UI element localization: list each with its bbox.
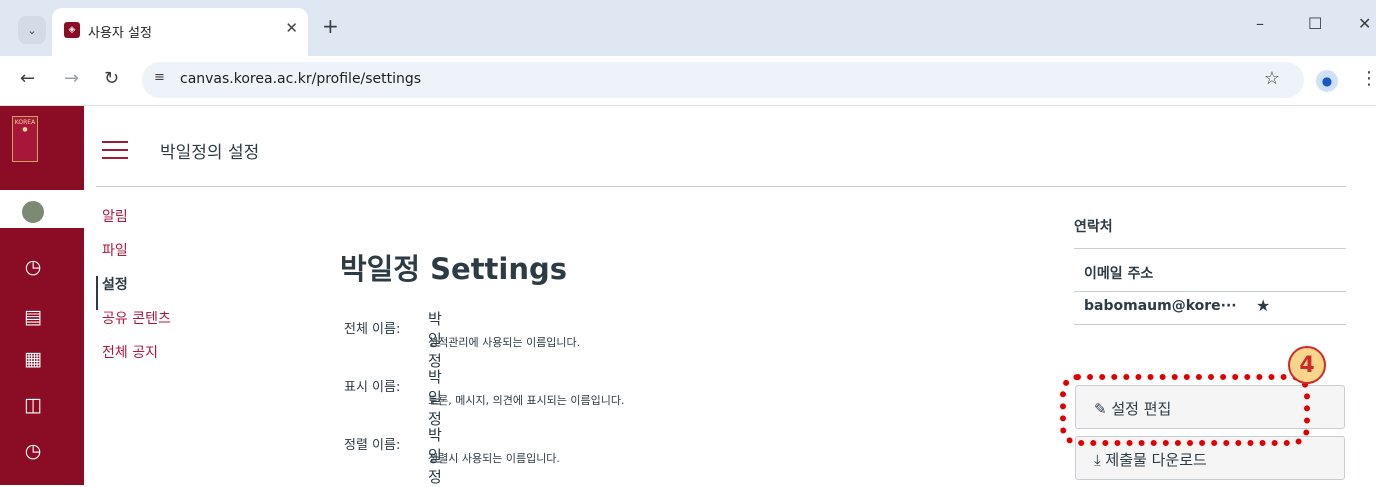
section-link-shared-content[interactable]: 공유 콘텐츠 — [96, 310, 171, 344]
logo[interactable]: KOREA ● — [12, 116, 38, 162]
close-window-icon[interactable]: ✕ — [1358, 14, 1371, 33]
tab-dropdown-icon[interactable]: ⌄ — [18, 16, 46, 44]
minimize-icon[interactable]: – — [1256, 14, 1264, 33]
menu-icon[interactable]: ⋮ — [1360, 68, 1376, 89]
star-icon[interactable]: ★ — [1256, 296, 1270, 315]
tab-title: 사용자 설정 — [88, 26, 152, 41]
courses-icon[interactable]: ▤ — [22, 306, 44, 328]
download-submissions-label: 제출물 다운로드 — [1105, 451, 1207, 469]
favicon-icon: ◈ — [64, 22, 80, 38]
annotation-number: 4 — [1288, 346, 1326, 384]
star-icon[interactable]: ☆ — [1264, 68, 1280, 89]
history-icon[interactable]: ◷ — [22, 440, 44, 462]
field-hint: 토론, 메시지, 의견에 표시되는 이름입니다. — [428, 394, 625, 407]
download-icon: ⤓ — [1094, 451, 1101, 469]
omnibox[interactable]: ≡ canvas.korea.ac.kr/profile/settings ☆ — [142, 62, 1304, 98]
settings-heading: 박일정 Settings — [340, 252, 568, 286]
contacts-aside: 연락처 이메일 주소 babomaum@kore··· ★ — [1074, 216, 1346, 325]
email-address: babomaum@kore··· — [1084, 298, 1237, 314]
field-label: 정렬 이름: — [344, 438, 401, 453]
section-link-notifications[interactable]: 알림 — [96, 208, 171, 242]
back-icon[interactable]: ← — [20, 68, 35, 89]
profile-icon[interactable]: ● — [1316, 70, 1338, 92]
annotation-highlight — [1060, 374, 1310, 446]
field-hint: 성적관리에 사용되는 이름입니다. — [428, 336, 581, 349]
section-link-settings[interactable]: 설정 — [96, 276, 171, 310]
browser-tab[interactable]: ◈ 사용자 설정 ✕ — [52, 8, 308, 56]
dashboard-icon[interactable]: ◷ — [22, 256, 44, 278]
avatar[interactable] — [20, 199, 46, 225]
site-info-icon[interactable]: ≡ — [154, 70, 165, 85]
forward-icon[interactable]: → — [64, 68, 79, 89]
maximize-icon[interactable]: ☐ — [1308, 14, 1322, 33]
plus-icon[interactable]: + — [322, 14, 339, 38]
field-label: 표시 이름: — [344, 380, 401, 395]
reload-icon[interactable]: ↻ — [104, 68, 119, 89]
address-bar: ← → ↻ ≡ canvas.korea.ac.kr/profile/setti… — [0, 56, 1376, 106]
email-row: babomaum@kore··· ★ — [1074, 292, 1346, 325]
section-link-announcements[interactable]: 전체 공지 — [96, 344, 171, 378]
url-text[interactable]: canvas.korea.ac.kr/profile/settings — [180, 71, 421, 87]
contacts-heading: 연락처 — [1074, 216, 1346, 249]
browser-tab-bar: ⌄ ◈ 사용자 설정 ✕ + – ☐ ✕ — [0, 0, 1376, 56]
field-hint: 정렬시 사용되는 이름입니다. — [428, 452, 560, 465]
calendar-icon[interactable]: ▦ — [22, 348, 44, 370]
close-icon[interactable]: ✕ — [285, 19, 298, 37]
hamburger-menu-icon[interactable] — [102, 141, 128, 165]
global-nav: KOREA ● ◷ ▤ ▦ ◫ ◷ — [0, 106, 84, 485]
header-divider — [96, 186, 1346, 187]
section-nav: 알림 파일 설정 공유 콘텐츠 전체 공지 — [96, 208, 171, 378]
inbox-icon[interactable]: ◫ — [22, 394, 44, 416]
email-heading: 이메일 주소 — [1074, 263, 1346, 292]
page-title: 박일정의 설정 — [160, 143, 260, 163]
field-label: 전체 이름: — [344, 322, 401, 337]
section-link-files[interactable]: 파일 — [96, 242, 171, 276]
